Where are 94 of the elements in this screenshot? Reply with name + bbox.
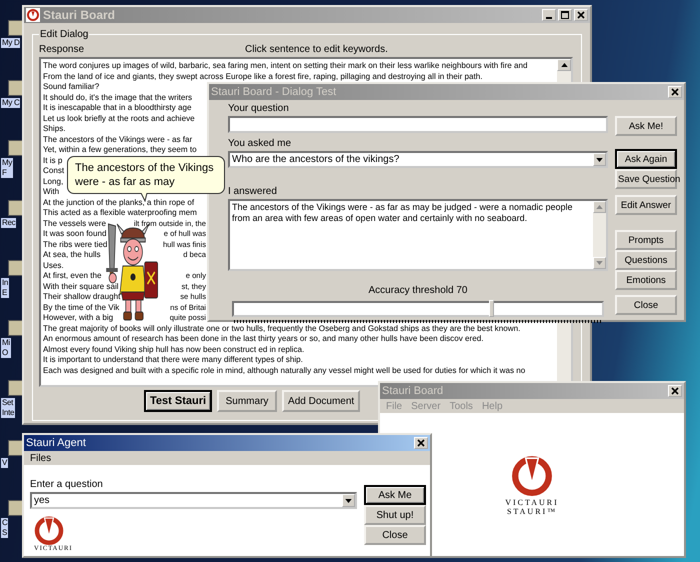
question-field[interactable] — [228, 116, 608, 133]
scroll-down-icon — [596, 261, 603, 265]
maximize-button[interactable] — [558, 9, 572, 21]
window-title: Stauri Board — [382, 385, 444, 397]
response-sentence[interactable]: It is important to understand that there were many different types of ship. — [43, 355, 303, 364]
dialog-button[interactable]: Close — [615, 295, 677, 315]
logo-text: STAURI™ — [506, 506, 558, 516]
dialog-button[interactable]: Add Document — [282, 390, 360, 412]
desktop-icon-label[interactable]: Set Inte — [1, 398, 16, 418]
dialog-button[interactable]: Shut up! — [364, 505, 426, 525]
response-sentence[interactable]: Each was designed and built with a specific role in mind, although naturally any vessel might well be used for duties for which it was no — [43, 366, 526, 374]
response-sentence[interactable]: However, with a big — [43, 313, 114, 324]
response-sentence[interactable]: Let us look briefly at the roots and achieve — [43, 114, 195, 122]
response-sentence[interactable]: The great majority of books will only illustrate one or two hulls, frequently the Oseberg and Gokstad ships as they are the best known. — [43, 324, 520, 332]
response-sentence[interactable]: With their square sail — [43, 282, 119, 292]
maximize-icon — [561, 11, 569, 19]
dialog-button[interactable]: Emotions — [615, 270, 677, 290]
field-label: I answered — [228, 186, 278, 198]
desktop-icon-label[interactable]: Mi O — [1, 338, 11, 358]
dropdown-arrow-icon — [345, 498, 352, 502]
response-sentence[interactable]: At sea, the hulls — [43, 250, 101, 260]
scrollbar[interactable] — [593, 201, 606, 269]
response-sentence[interactable]: Uses. — [43, 260, 64, 270]
app-icon — [26, 8, 40, 22]
logo-text: VICTAURI — [505, 498, 559, 506]
response-sentence[interactable]: The ancestors of the Vikings were - as far — [43, 134, 192, 144]
response-sentence[interactable]: Const — [43, 166, 64, 175]
response-sentence[interactable]: From the land of ice and giants, they swept across Europe like a forest fire, raping, pillaging and destroying all in their path. — [43, 72, 483, 80]
dialog-button[interactable]: Edit Answer — [615, 195, 677, 215]
close-button[interactable] — [574, 9, 588, 21]
logo-emblem-icon — [511, 454, 553, 496]
field-label: You asked me — [228, 138, 292, 150]
close-button[interactable] — [414, 437, 428, 449]
response-sentence[interactable]: At the junction of the planks, a thin rope of — [43, 198, 194, 206]
hint-text: Click sentence to edit keywords. — [245, 44, 389, 55]
slider-label: Accuracy threshold 70 — [368, 285, 468, 297]
field-label: Enter a question — [30, 479, 104, 491]
dialog-button[interactable]: Ask Again — [615, 149, 677, 169]
desktop-icon-label[interactable]: In E — [1, 278, 10, 298]
dialog-button[interactable]: Prompts — [615, 230, 677, 250]
dialog-button[interactable]: Ask Me — [364, 485, 426, 505]
scroll-up-icon — [596, 205, 603, 209]
window-title: Stauri Board - Dialog Test — [211, 86, 338, 98]
slider-thumb[interactable] — [488, 300, 494, 317]
dialog-button[interactable]: Test Stauri — [144, 390, 212, 412]
dialog-button[interactable]: Questions — [615, 250, 677, 270]
scroll-up-icon — [560, 63, 568, 67]
close-icon — [417, 439, 425, 447]
response-label: Response — [39, 44, 86, 55]
response-sentence[interactable]: It was soon found — [43, 229, 106, 240]
field-label: Your question — [228, 103, 290, 115]
response-sentence[interactable]: At first, even the — [43, 271, 102, 282]
response-sentence[interactable]: With — [43, 187, 60, 196]
desktop-icon-label[interactable]: Rec — [1, 218, 16, 228]
speech-bubble: The ancestors of the Vikings were - as far as may — [67, 156, 225, 194]
asked-question-dropdown[interactable]: Who are the ancestors of the vikings? — [228, 151, 608, 168]
desktop-icon-label[interactable]: My C — [1, 98, 20, 108]
response-sentence[interactable]: An enormous amount of research has been done in the last thirty years or so, and many other hulls have been discov ered. — [43, 334, 484, 343]
desktop-icon-label[interactable]: My F — [1, 158, 14, 178]
question-dropdown[interactable]: yes — [30, 492, 357, 509]
desktop-icon-label[interactable]: My D — [1, 38, 20, 48]
response-sentence[interactable]: By the time of the Vik — [43, 302, 120, 313]
response-sentence[interactable]: Ships. — [43, 124, 66, 133]
response-sentence[interactable]: Almost every found Viking ship hull has now been construct ed in replica. — [43, 344, 304, 354]
answer-text-area[interactable]: The ancestors of the Vikings were - as far as may be judged - were a nomadic people from an area with few areas of open water and certainly with no seaboard. — [228, 199, 608, 271]
logo-emblem-icon — [34, 515, 64, 545]
response-sentence[interactable]: The vessels were — [43, 218, 106, 229]
response-sentence[interactable]: It is p — [43, 156, 62, 164]
response-sentence[interactable]: Yet, within a few generations, they seem to — [43, 145, 197, 154]
dialog-button[interactable]: Summary — [217, 390, 278, 412]
close-button[interactable] — [668, 86, 682, 98]
response-sentence[interactable]: Long, — [43, 176, 64, 186]
response-sentence[interactable]: This acted as a flexible waterproofing mem — [43, 208, 197, 217]
dialog-button[interactable]: Close — [364, 525, 426, 545]
desktop-icon-label[interactable]: V — [1, 458, 8, 468]
window-title: Stauri Board — [43, 8, 116, 22]
desktop-icon-label[interactable]: C S — [1, 518, 8, 538]
close-icon — [671, 387, 679, 395]
response-sentence[interactable]: It is inescapable that in a bloodthirsty age — [43, 103, 192, 112]
slider-track[interactable] — [232, 301, 604, 317]
close-icon — [671, 88, 679, 96]
close-icon — [577, 11, 585, 19]
group-title: Edit Dialog — [39, 29, 90, 40]
close-button[interactable] — [668, 385, 682, 397]
dropdown-arrow-icon — [596, 158, 603, 162]
response-sentence[interactable]: The ribs were tied — [43, 240, 108, 250]
dialog-button[interactable]: Ask Me! — [615, 116, 677, 136]
response-sentence[interactable]: It should do, it's the image that the writers — [43, 92, 192, 102]
response-sentence[interactable]: Their shallow draught — [43, 292, 120, 302]
menu-item[interactable]: Files — [30, 452, 52, 464]
response-sentence[interactable]: Sound familiar? — [43, 82, 100, 91]
response-sentence[interactable]: The word conjures up images of wild, barbaric, sea faring men, intent on setting their mark on their less warlike neighbours with fire and — [43, 61, 528, 70]
minimize-button[interactable] — [542, 9, 556, 21]
window-title: Stauri Agent — [26, 437, 87, 449]
